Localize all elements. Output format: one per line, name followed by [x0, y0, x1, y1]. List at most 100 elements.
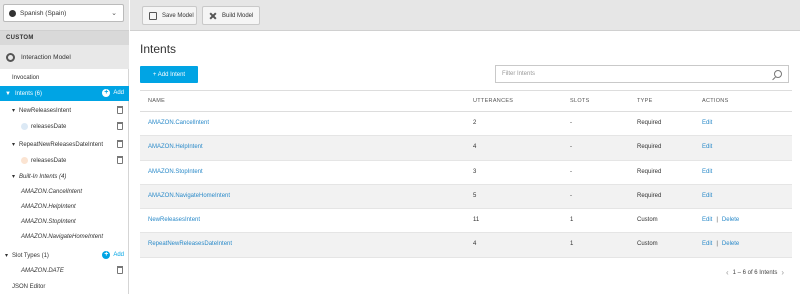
chevron-down-icon: ▾ — [12, 142, 16, 148]
plus-icon: + — [102, 89, 111, 97]
utterance-count: 4 — [473, 241, 477, 248]
globe-icon — [9, 9, 16, 17]
intent-name-link[interactable]: AMAZON.HelpIntent — [148, 144, 203, 150]
language-label: Spanish (Spain) — [20, 9, 67, 17]
sidebar-item-builtin[interactable]: AMAZON.NavigateHomeIntent — [0, 229, 129, 244]
column-header[interactable]: UTTERANCES — [473, 98, 513, 104]
trash-icon[interactable] — [117, 106, 123, 114]
slot-count: 1 — [570, 241, 574, 248]
slot-count: - — [570, 120, 572, 126]
slot-icon — [21, 123, 28, 130]
wrench-icon — [209, 12, 217, 20]
gear-icon — [6, 52, 15, 62]
delete-link[interactable]: Delete — [722, 217, 739, 223]
edit-link[interactable]: Edit — [702, 241, 712, 247]
sidebar-item-newreleases-intent[interactable]: ▾ NewReleasesIntent — [0, 103, 129, 118]
intent-type: Custom — [637, 217, 658, 224]
sidebar: Spanish (Spain) ⌄ CUSTOM Interaction Mod… — [0, 0, 129, 294]
table-row: AMAZON.StopIntent 3 - Required Edit — [140, 161, 792, 185]
separator: | — [716, 241, 718, 248]
edit-link[interactable]: Edit — [702, 193, 712, 199]
intent-name-link[interactable]: NewReleasesIntent — [148, 217, 200, 223]
intent-name-link[interactable]: AMAZON.NavigateHomeIntent — [148, 193, 230, 199]
chevron-down-icon: ▼ — [5, 90, 11, 97]
slot-icon — [21, 157, 28, 164]
column-header[interactable]: NAME — [148, 98, 165, 104]
filter-placeholder: Filter Intents — [502, 71, 536, 77]
sidebar-item-slot-type[interactable]: AMAZON.DATE — [0, 263, 129, 278]
save-icon — [149, 11, 157, 20]
plus-icon: + — [102, 251, 111, 259]
edit-link[interactable]: Edit — [702, 169, 712, 175]
sidebar-item-slot[interactable]: releasesDate — [0, 119, 129, 134]
utterance-count: 2 — [473, 120, 477, 126]
sidebar-item-slot-types[interactable]: ▾ Slot Types (1) + Add — [0, 248, 129, 263]
table-row: AMAZON.NavigateHomeIntent 5 - Required E… — [140, 184, 792, 210]
sidebar-item-json-editor[interactable]: JSON Editor — [0, 279, 129, 294]
intent-type: Required — [637, 168, 662, 175]
trash-icon[interactable] — [117, 122, 123, 130]
column-header[interactable]: SLOTS — [570, 98, 590, 104]
sidebar-item-builtin-intents[interactable]: ▾ Built-In Intents (4) — [0, 169, 129, 184]
actions-cell: Edit | Delete — [702, 217, 739, 223]
edit-link[interactable]: Edit — [702, 144, 712, 150]
build-model-button[interactable]: Build Model — [202, 6, 260, 25]
chevron-down-icon: ▾ — [12, 174, 16, 180]
interaction-model-label: Interaction Model — [21, 53, 71, 61]
trash-icon[interactable] — [117, 140, 123, 148]
table-header: NAME UTTERANCES SLOTS TYPE ACTIONS — [140, 90, 792, 112]
table-row: NewReleasesIntent 11 1 Custom Edit | Delet… — [140, 209, 792, 234]
slot-count: 1 — [570, 217, 574, 224]
intent-type: Required — [637, 120, 662, 126]
sidebar-item-builtin[interactable]: AMAZON.StopIntent — [0, 214, 129, 229]
intent-name-link[interactable]: RepeatNewReleasesDateIntent — [148, 241, 232, 247]
sidebar-item-builtin[interactable]: AMAZON.CancelIntent — [0, 184, 129, 199]
edit-link[interactable]: Edit — [702, 120, 712, 126]
trash-icon[interactable] — [117, 266, 123, 274]
intent-name-link[interactable]: AMAZON.StopIntent — [148, 169, 203, 175]
utterance-count: 5 — [473, 192, 477, 199]
column-header[interactable]: TYPE — [637, 98, 653, 104]
filter-input[interactable]: Filter Intents — [495, 65, 789, 83]
pagination-label: 1 – 6 of 6 Intents — [732, 269, 778, 276]
add-intent-sidebar-button[interactable]: + Add — [102, 89, 124, 97]
toolbar: Save Model Build Model — [130, 0, 800, 31]
slot-count: - — [570, 144, 572, 151]
trash-icon[interactable] — [117, 156, 123, 164]
chevron-down-icon: ▾ — [5, 253, 9, 259]
separator: | — [716, 217, 718, 224]
delete-link[interactable]: Delete — [722, 241, 739, 247]
search-icon[interactable] — [774, 70, 782, 78]
slot-count: - — [570, 192, 572, 199]
intents-table: NAME UTTERANCES SLOTS TYPE ACTIONS AMAZO… — [140, 90, 792, 258]
sidebar-item-invocation[interactable]: Invocation — [0, 70, 129, 85]
table-row: AMAZON.HelpIntent 4 - Required Edit — [140, 136, 792, 161]
section-header: CUSTOM — [0, 31, 129, 45]
add-intent-button[interactable]: + Add Intent — [140, 66, 198, 83]
utterance-count: 4 — [473, 144, 477, 151]
chevron-left-icon[interactable]: ‹ — [726, 268, 729, 277]
slot-count: - — [570, 168, 572, 175]
edit-link[interactable]: Edit — [702, 217, 712, 223]
intent-name-link[interactable]: AMAZON.CancelIntent — [148, 120, 209, 126]
chevron-right-icon[interactable]: › — [781, 268, 784, 277]
language-bar: Spanish (Spain) ⌄ — [0, 0, 129, 31]
sidebar-item-repeat-intent[interactable]: ▾ RepeatNewReleasesDateIntent — [0, 137, 129, 152]
utterance-count: 3 — [473, 168, 477, 175]
page-title: Intents — [140, 42, 177, 56]
save-model-button[interactable]: Save Model — [142, 6, 197, 25]
language-select[interactable]: Spanish (Spain) ⌄ — [3, 4, 124, 22]
table-row: RepeatNewReleasesDateIntent 4 1 Custom E… — [140, 233, 792, 258]
column-header: ACTIONS — [702, 98, 729, 104]
intent-type: Required — [637, 192, 662, 199]
chevron-down-icon: ▾ — [12, 108, 16, 114]
table-row: AMAZON.CancelIntent 2 - Required Edit — [140, 112, 792, 137]
sidebar-item-intents[interactable]: ▼ Intents (6) + Add — [0, 86, 129, 101]
chevron-down-icon: ⌄ — [111, 10, 117, 17]
utterance-count: 11 — [473, 217, 480, 224]
sidebar-item-builtin[interactable]: AMAZON.HelpIntent — [0, 199, 129, 214]
sidebar-item-slot[interactable]: releasesDate — [0, 153, 129, 168]
add-slot-type-button[interactable]: + Add — [102, 251, 124, 259]
sidebar-item-interaction-model[interactable]: Interaction Model — [0, 45, 129, 69]
intent-type: Custom — [637, 241, 658, 248]
